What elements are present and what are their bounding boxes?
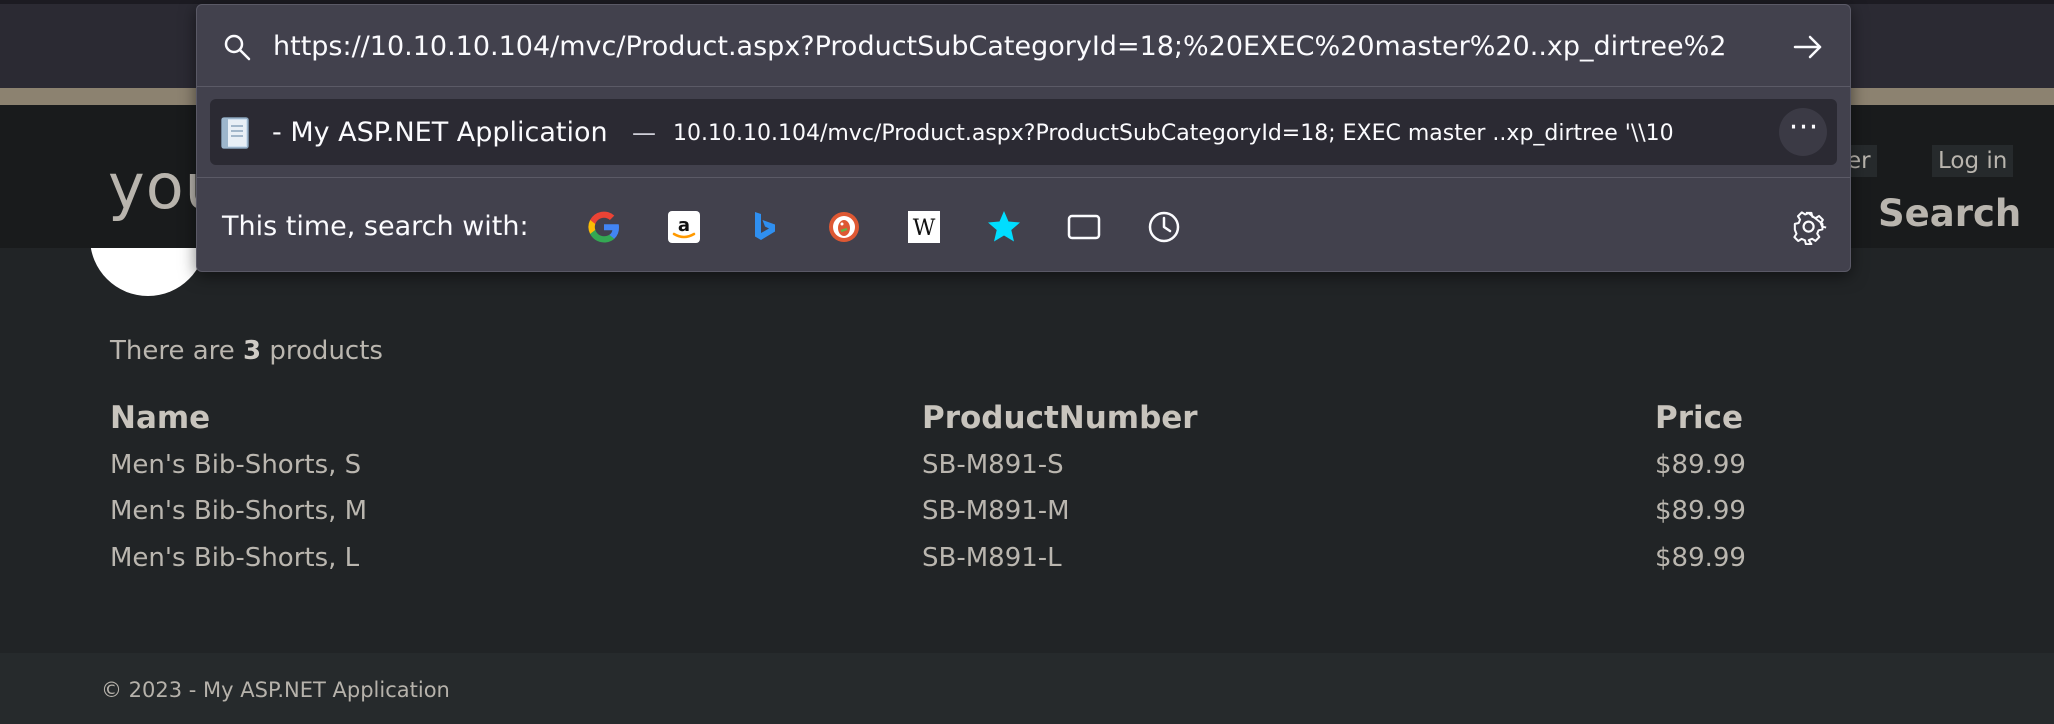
url-suggestion-row[interactable]: - My ASP.NET Application — 10.10.10.104/… xyxy=(210,99,1837,165)
dropdown-divider xyxy=(197,177,1850,178)
footer-copyright: © 2023 - My ASP.NET Application xyxy=(101,678,450,702)
table-cell-price: $89.99 xyxy=(1655,450,1746,480)
duckduckgo-icon[interactable] xyxy=(826,209,862,245)
product-count-summary: There are 3 products xyxy=(110,336,383,366)
more-icon: ⋯ xyxy=(1788,109,1819,144)
more-options-button[interactable]: ⋯ xyxy=(1779,108,1827,156)
table-cell-productnumber: SB-M891-S xyxy=(922,450,1064,480)
suggestion-separator: — xyxy=(632,119,656,147)
suggestion-url: 10.10.10.104/mvc/Product.aspx?ProductSub… xyxy=(673,121,1674,146)
product-count: 3 xyxy=(243,336,262,366)
table-cell-productnumber: SB-M891-M xyxy=(922,496,1070,526)
go-arrow-icon[interactable] xyxy=(1793,33,1823,61)
svg-text:W: W xyxy=(913,216,936,241)
table-cell-name: Men's Bib-Shorts, M xyxy=(110,496,368,526)
url-input[interactable]: https://10.10.10.104/mvc/Product.aspx?Pr… xyxy=(273,31,1783,62)
amazon-icon[interactable]: a xyxy=(666,209,702,245)
svg-text:a: a xyxy=(678,215,690,236)
bing-icon[interactable] xyxy=(746,209,782,245)
summary-prefix: There are xyxy=(110,336,244,366)
column-header-price: Price xyxy=(1655,400,1744,436)
table-cell-price: $89.99 xyxy=(1655,496,1746,526)
suggestion-title: - My ASP.NET Application xyxy=(272,117,608,148)
summary-suffix: products xyxy=(261,336,383,366)
table-cell-name: Men's Bib-Shorts, S xyxy=(110,450,362,480)
login-link[interactable]: Log in xyxy=(1932,145,2014,177)
table-cell-name: Men's Bib-Shorts, L xyxy=(110,543,360,573)
table-cell-price: $89.99 xyxy=(1655,543,1746,573)
page-icon xyxy=(221,117,249,149)
column-header-productnumber: ProductNumber xyxy=(922,400,1198,436)
bookmarks-icon[interactable] xyxy=(986,209,1022,245)
url-input-row[interactable]: https://10.10.10.104/mvc/Product.aspx?Pr… xyxy=(197,5,1850,87)
search-link[interactable]: Search xyxy=(1878,192,2021,235)
search-with-label: This time, search with: xyxy=(222,211,529,242)
table-cell-productnumber: SB-M891-L xyxy=(922,543,1062,573)
search-icon xyxy=(224,34,251,61)
google-icon[interactable] xyxy=(586,209,622,245)
tabs-icon[interactable] xyxy=(1066,209,1102,245)
gear-icon[interactable] xyxy=(1793,211,1827,245)
column-header-name: Name xyxy=(110,400,211,436)
history-icon[interactable] xyxy=(1146,209,1182,245)
urlbar-dropdown: https://10.10.10.104/mvc/Product.aspx?Pr… xyxy=(196,4,1851,272)
wikipedia-icon[interactable]: W xyxy=(906,209,942,245)
